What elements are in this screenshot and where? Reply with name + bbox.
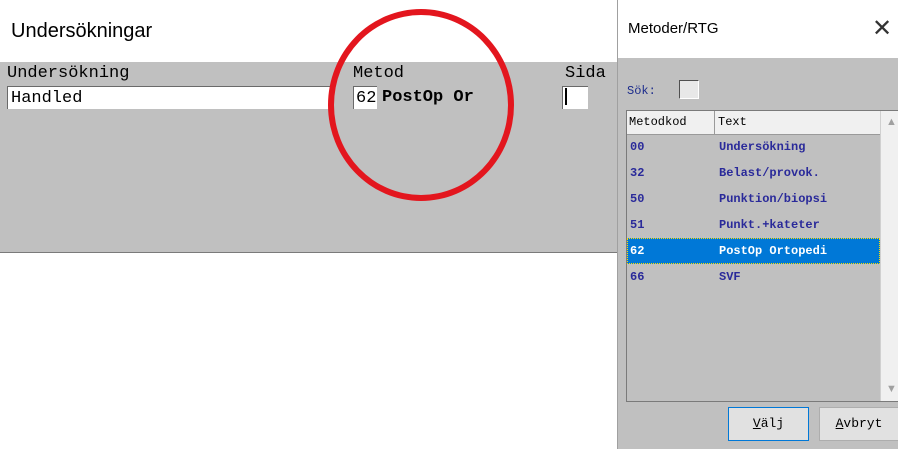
list-header: Metodkod Text	[627, 111, 880, 135]
undersokning-header: Undersökning	[7, 64, 130, 83]
row-text: Punkt.+kateter	[719, 218, 820, 232]
column-header-text[interactable]: Text	[716, 111, 880, 134]
row-code: 32	[630, 166, 645, 180]
search-input[interactable]	[679, 80, 699, 99]
dialog-titlebar: Metoder/RTG ✕	[618, 0, 898, 58]
row-text: PostOp Ortopedi	[719, 244, 828, 258]
close-icon[interactable]: ✕	[868, 12, 896, 46]
metoder-list[interactable]: Metodkod Text 00 Undersökning 32 Belast/pro…	[626, 110, 898, 402]
list-row[interactable]: 66 SVF	[627, 264, 880, 290]
row-code: 50	[630, 192, 645, 206]
row-code: 00	[630, 140, 645, 154]
search-label: Sök:	[627, 84, 656, 98]
metoder-dialog: Metoder/RTG ✕ Sök: Metodkod Text 00 Under…	[617, 0, 898, 449]
window-titlebar: Undersökningar	[0, 0, 622, 62]
dialog-title: Metoder/RTG	[628, 20, 719, 37]
sida-field[interactable]: hö	[562, 86, 588, 109]
window-title: Undersökningar	[11, 20, 153, 42]
vertical-scrollbar[interactable]: ▲ ▼	[880, 111, 898, 401]
list-row[interactable]: 00 Undersökning	[627, 134, 880, 160]
text-caret	[565, 88, 567, 105]
undersokningar-window: Undersökningar Undersökning Metod Sida H…	[0, 0, 622, 253]
metod-header: Metod	[353, 64, 405, 83]
metod-code-field[interactable]: 62	[353, 86, 377, 109]
scroll-down-icon[interactable]: ▼	[881, 379, 898, 399]
row-text: SVF	[719, 270, 741, 284]
form-area: Undersökning Metod Sida Handled 62 PostO…	[0, 62, 622, 253]
row-text: Undersökning	[719, 140, 806, 154]
list-row[interactable]: 62 PostOp Ortopedi	[627, 238, 880, 264]
undersokning-field[interactable]: Handled	[7, 86, 334, 109]
row-text: Belast/provok.	[719, 166, 820, 180]
valj-label: älj	[760, 416, 785, 431]
row-code: 62	[630, 244, 645, 258]
list-row[interactable]: 32 Belast/provok.	[627, 160, 880, 186]
valj-button[interactable]: Välj	[728, 407, 809, 441]
sida-header: Sida	[565, 64, 606, 83]
avbryt-button[interactable]: Avbryt	[819, 407, 898, 441]
avbryt-label: vbryt	[843, 416, 883, 431]
row-code: 51	[630, 218, 645, 232]
column-header-metodkod[interactable]: Metodkod	[627, 111, 715, 134]
list-row[interactable]: 50 Punktion/biopsi	[627, 186, 880, 212]
row-text: Punktion/biopsi	[719, 192, 828, 206]
row-code: 66	[630, 270, 645, 284]
dialog-body: Sök: Metodkod Text 00 Undersökning 32 Belas…	[618, 58, 898, 449]
metod-text: PostOp Or	[382, 88, 474, 107]
scroll-up-icon[interactable]: ▲	[881, 112, 898, 132]
valj-accel: V	[752, 416, 761, 431]
list-row[interactable]: 51 Punkt.+kateter	[627, 212, 880, 238]
